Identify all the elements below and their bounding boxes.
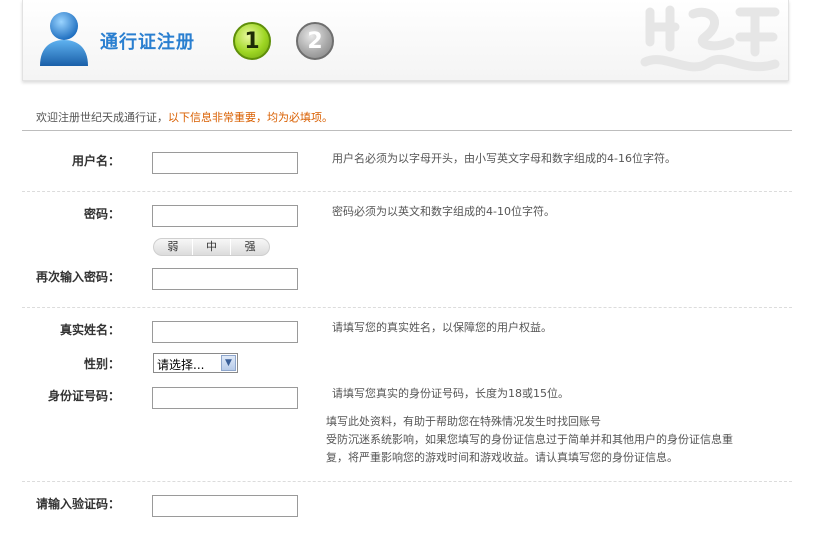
real-name-input[interactable] (152, 321, 298, 343)
id-number-note-line: 填写此处资料，有助于帮助您在特殊情况发生时找回账号 (326, 415, 601, 428)
strength-medium: 中 (193, 239, 232, 255)
username-label: 用户名： (71, 154, 120, 168)
divider (22, 307, 792, 308)
id-number-note-line: 受防沉迷系统影响，如果您填写的身份证信息过于简单并和其他用户的身份证信息重 (326, 433, 733, 446)
password-input[interactable] (152, 205, 298, 227)
captcha-label: 请输入验证码： (35, 497, 120, 511)
captcha-input[interactable] (152, 495, 298, 517)
gender-label: 性别： (83, 357, 120, 371)
id-number-note: 填写此处资料，有助于帮助您在特殊情况发生时找回账号 受防沉迷系统影响，如果您填写… (326, 413, 786, 467)
real-name-hint: 请填写您的真实姓名，以保障您的用户权益。 (332, 321, 552, 334)
step-1-indicator: 1 (233, 22, 271, 60)
username-input[interactable] (152, 152, 298, 174)
welcome-highlight: 以下信息非常重要，均为必填项。 (168, 111, 333, 124)
divider (22, 481, 792, 482)
confirm-password-label: 再次输入密码： (35, 270, 120, 284)
real-name-label: 真实姓名： (59, 323, 120, 337)
step-2-indicator: 2 (296, 22, 334, 60)
header-decoration (635, 2, 785, 78)
chevron-down-icon[interactable]: ▼ (221, 355, 236, 371)
welcome-text: 欢迎注册世纪天成通行证， (36, 111, 168, 124)
id-number-input[interactable] (152, 387, 298, 409)
password-label: 密码： (83, 207, 120, 221)
strength-weak: 弱 (154, 239, 193, 255)
strength-strong: 强 (244, 240, 256, 253)
id-number-hint: 请填写您真实的身份证号码，长度为18或15位。 (332, 387, 569, 400)
divider (22, 191, 792, 192)
gender-select[interactable]: 请选择... ▼ (153, 353, 238, 373)
username-hint: 用户名必须为以字母开头，由小写英文字母和数字组成的4-16位字符。 (332, 152, 676, 165)
id-number-note-line: 复，将严重影响您的游戏时间和游戏收益。请认真填写您的身份证信息。 (326, 451, 678, 464)
password-strength-meter: 弱 中 强 (153, 238, 270, 256)
confirm-password-input[interactable] (152, 268, 298, 290)
page-title: 通行证注册 (100, 32, 195, 53)
user-avatar-icon (36, 8, 92, 68)
divider (22, 130, 792, 131)
gender-select-value: 请选择... (157, 358, 205, 372)
password-hint: 密码必须为以英文和数字组成的4-10位字符。 (332, 205, 555, 218)
id-number-label: 身份证号码： (47, 389, 120, 403)
welcome-message: 欢迎注册世纪天成通行证，以下信息非常重要，均为必填项。 (36, 109, 333, 125)
